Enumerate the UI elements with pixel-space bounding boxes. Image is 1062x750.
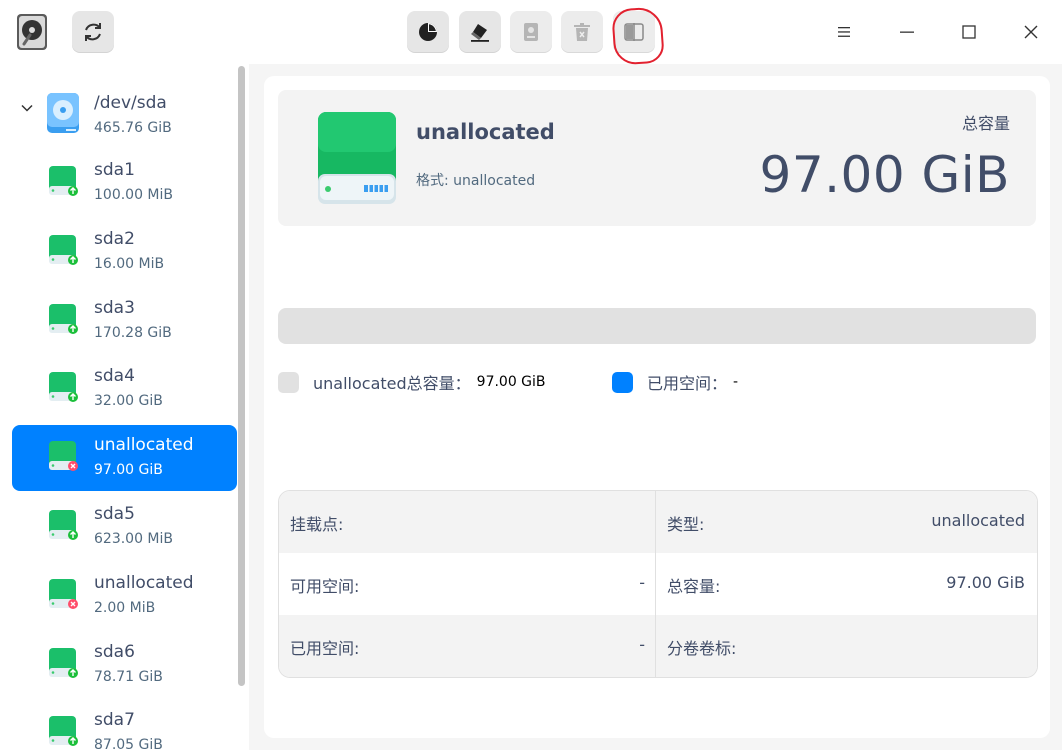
partition-name: unallocated [94,435,194,456]
info-row: 可用空间: - 总容量: 97.00 GiB [279,553,1037,615]
type-label: 类型: [667,515,705,534]
legend-used-swatch [612,371,633,393]
disk-size: 465.76 GiB [94,120,172,136]
partition-mounted-icon [48,165,80,203]
partition-item[interactable]: sda1 100.00 MiB [12,150,237,216]
partition-info-table: 挂载点: 类型: unallocated 可用空间: - 总容量: 97.00 … [278,490,1038,678]
minimize-button[interactable] [889,14,925,50]
capacity-label: 总容量: [667,577,721,596]
type-value: unallocated [931,511,1025,530]
legend-total-swatch [278,371,299,393]
partition-mounted-icon [48,234,80,272]
partition-name: sda2 [94,228,135,249]
legend-used: 已用空间： - [612,370,738,394]
delete-button[interactable] [561,11,603,53]
partition-name: sda1 [94,160,135,180]
partition-item[interactable]: sda7 87.05 GiB [12,700,237,750]
app-logo-icon [16,13,50,51]
partition-size: 87.05 GiB [94,737,163,750]
partition-item[interactable]: sda2 16.00 MiB [12,219,237,285]
partition-item[interactable]: unallocated 97.00 GiB [12,425,237,492]
partition-item[interactable]: unallocated 2.00 MiB [12,563,237,629]
hard-disk-icon [46,92,80,138]
partition-size: 16.00 MiB [94,255,165,272]
title-bar [0,0,1062,66]
partition-mounted-icon [48,715,80,750]
legend-total-value: 97.00 GiB [476,374,546,390]
partition-name: sda4 [94,366,135,387]
legend-used-label: 已用空间： [647,374,728,393]
partition-name: sda3 [94,297,135,318]
maximize-button[interactable] [951,14,987,50]
partition-name: sda7 [94,710,135,731]
annotation-circle [611,6,665,66]
close-button[interactable] [1013,14,1049,50]
legend-used-value: - [733,374,739,390]
refresh-icon [85,23,101,41]
free-space-label: 可用空间: [290,577,360,596]
chevron-down-icon[interactable] [20,100,34,119]
eraser-icon [471,24,489,42]
wipe-button[interactable] [459,11,501,53]
hamburger-menu-icon [838,27,850,37]
partition-size: 2.00 MiB [94,599,156,616]
info-row: 已用空间: - 分卷卷标: [279,615,1037,677]
capacity-value: 97.00 GiB [946,573,1025,592]
partition-name: unallocated [94,572,194,593]
used-space-label: 已用空间: [290,639,360,658]
total-capacity-label: 总容量 [961,114,1010,133]
drive-icon [316,110,398,210]
partition-item[interactable]: sda4 32.00 GiB [12,356,237,422]
partition-format: 格式: unallocated [416,173,536,189]
maximize-icon [962,25,976,39]
sidebar-scrollbar[interactable] [238,66,245,686]
menu-button[interactable] [826,14,862,50]
partition-size: 170.28 GiB [94,324,172,341]
disk-name: /dev/sda [94,93,167,113]
free-space-value: - [639,573,645,592]
partition-header-card: unallocated 格式: unallocated 总容量 97.00 Gi… [278,90,1036,226]
partition-title: unallocated [416,120,555,144]
close-icon [1024,25,1038,39]
device-sidebar: /dev/sda 465.76 GiB sda1 100.00 MiB sda2 16… [0,64,249,750]
partition-size: 97.00 GiB [94,462,163,479]
partition-name: sda5 [94,504,135,524]
partition-size: 100.00 MiB [94,187,174,203]
legend-total: unallocated总容量： 97.00 GiB [278,370,546,394]
usage-bar [278,308,1036,344]
partition-mounted-icon [48,647,80,685]
volume-label-label: 分卷卷标: [667,639,737,658]
disk-item-sda[interactable]: /dev/sda 465.76 GiB [0,86,238,142]
partition-size: 78.71 GiB [94,668,163,685]
pie-chart-icon [419,23,437,41]
partition-name: sda6 [94,641,135,662]
mount-disk-icon [524,23,538,41]
partition-detail-panel: unallocated 格式: unallocated 总容量 97.00 Gi… [264,76,1050,738]
trash-icon [574,23,590,41]
total-capacity-value: 97.00 GiB [759,146,1010,204]
partition-item[interactable]: sda3 170.28 GiB [12,288,237,354]
partition-mounted-icon [48,303,80,341]
legend-total-label: unallocated总容量： [313,374,471,393]
partition-mounted-icon [48,371,80,409]
refresh-button[interactable] [72,11,114,53]
mount-button[interactable] [510,11,552,53]
info-row: 挂载点: 类型: unallocated [279,491,1037,553]
partition-item[interactable]: sda6 78.71 GiB [12,632,237,698]
partition-mounted-icon [48,509,80,547]
used-space-value: - [639,635,645,654]
partition-button[interactable] [407,11,449,53]
partition-item[interactable]: sda5 623.00 MiB [12,494,237,560]
partition-size: 32.00 GiB [94,393,163,410]
mount-point-label: 挂载点: [290,515,344,534]
partition-unallocated-icon [48,440,80,478]
partition-unallocated-icon [48,578,80,616]
partition-size: 623.00 MiB [94,531,174,547]
column-divider [655,491,656,677]
minimize-icon [900,31,914,33]
